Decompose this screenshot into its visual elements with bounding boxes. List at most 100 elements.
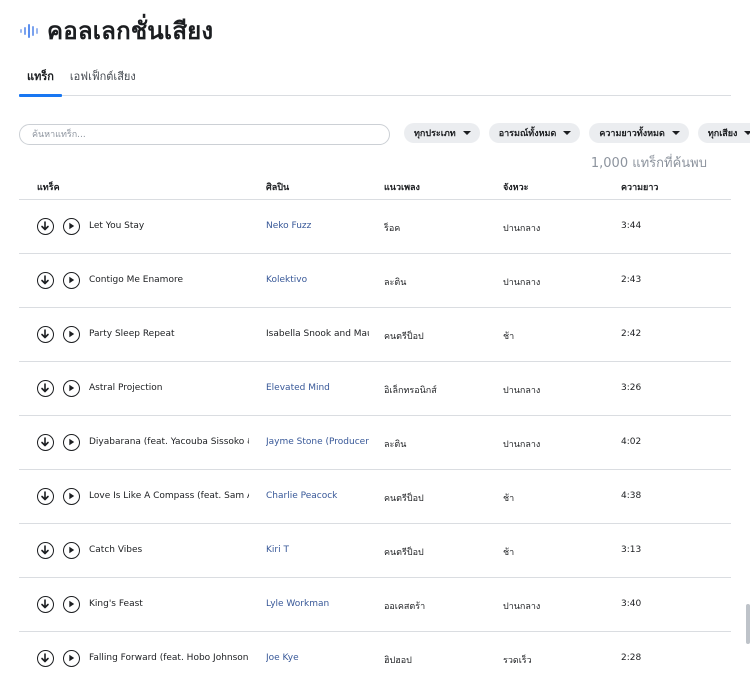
tempo-cell: ช้า (503, 494, 515, 504)
scrollbar[interactable] (746, 604, 750, 644)
tempo-cell: ปานกลาง (503, 224, 541, 234)
column-header-tempo: จังหวะ (503, 183, 529, 193)
download-button[interactable] (37, 272, 54, 289)
artist-link[interactable]: Joe Kye (266, 653, 369, 663)
play-icon (69, 276, 75, 284)
play-button[interactable] (63, 272, 80, 289)
download-button[interactable] (37, 326, 54, 343)
duration-cell: 3:40 (621, 599, 642, 609)
play-button[interactable] (63, 542, 80, 559)
play-button[interactable] (63, 596, 80, 613)
table-row: King's Feast Lyle Workman ออเคสตร้า ปานกลาง… (19, 578, 731, 632)
header: คอลเลกชั่นเสียง (19, 15, 213, 47)
tempo-cell: ปานกลาง (503, 602, 541, 612)
play-button[interactable] (63, 380, 80, 397)
track-title[interactable]: Party Sleep Repeat (89, 329, 249, 339)
track-title[interactable]: Falling Forward (feat. Hobo Johnson) (89, 653, 249, 663)
play-button[interactable] (63, 434, 80, 451)
duration-cell: 4:02 (621, 437, 642, 447)
download-icon (41, 221, 49, 231)
search-input[interactable] (19, 124, 390, 145)
column-header-genre: แนวเพลง (384, 183, 420, 193)
artist-link[interactable]: Elevated Mind (266, 383, 369, 393)
genre-cell: ละติน (384, 440, 407, 450)
page-title: คอลเลกชั่นเสียง (47, 17, 214, 45)
caret-down-icon (744, 131, 750, 135)
play-icon (69, 222, 75, 230)
tab-tracks[interactable]: แทร็ก (19, 66, 62, 97)
play-icon (69, 438, 75, 446)
tab-bar: แทร็ก เอฟเฟ็กต์เสียง (19, 66, 731, 97)
genre-cell: อิเล็กทรอนิกส์ (384, 386, 437, 396)
download-button[interactable] (37, 434, 54, 451)
table-row: Party Sleep Repeat Isabella Snook and Mau… (19, 308, 731, 362)
column-header-artist: ศิลปิน (266, 183, 290, 193)
filter-label: ทุกเสียง (707, 129, 738, 139)
tempo-cell: ช้า (503, 548, 515, 558)
track-title[interactable]: Let You Stay (89, 221, 249, 231)
artist-link[interactable]: Jayme Stone (Producer) (266, 437, 369, 447)
tempo-cell: ปานกลาง (503, 386, 541, 396)
table-row: Let You Stay Neko Fuzz ร็อค ปานกลาง 3:44 (19, 200, 731, 254)
filter-genre[interactable]: ทุกประเภท (404, 123, 480, 143)
table-row: Falling Forward (feat. Hobo Johnson) Joe … (19, 632, 731, 677)
tempo-cell: ช้า (503, 332, 515, 342)
artist-link[interactable]: Neko Fuzz (266, 221, 369, 231)
track-title[interactable]: Diyabarana (feat. Yacouba Sissoko & Ka (89, 437, 249, 447)
duration-cell: 4:38 (621, 491, 642, 501)
artist-link[interactable]: Lyle Workman (266, 599, 369, 609)
download-button[interactable] (37, 596, 54, 613)
duration-cell: 2:28 (621, 653, 642, 663)
track-title[interactable]: Catch Vibes (89, 545, 249, 555)
artist-link[interactable]: Kiri T (266, 545, 369, 555)
table-body: Let You Stay Neko Fuzz ร็อค ปานกลาง 3:44 Cont… (19, 200, 731, 677)
table-row: Astral Projection Elevated Mind อิเล็กทรอน… (19, 362, 731, 416)
download-icon (41, 275, 49, 285)
filter-duration[interactable]: ความยาวทั้งหมด (589, 123, 689, 143)
duration-cell: 3:44 (621, 221, 642, 231)
tempo-cell: รวดเร็ว (503, 656, 532, 666)
genre-cell: ร็อค (384, 224, 401, 234)
filter-mood[interactable]: อารมณ์ทั้งหมด (488, 123, 581, 143)
play-button[interactable] (63, 218, 80, 235)
download-button[interactable] (37, 380, 54, 397)
caret-down-icon (671, 131, 680, 135)
download-icon (41, 599, 49, 609)
sound-wave-icon (20, 24, 38, 38)
column-header-duration: ความยาว (621, 183, 659, 193)
download-icon (41, 329, 49, 339)
play-button[interactable] (63, 326, 80, 343)
genre-cell: คนตรีป็อป (384, 548, 424, 558)
filter-label: ความยาวทั้งหมด (599, 129, 665, 139)
track-title[interactable]: Contigo Me Enamore (89, 275, 249, 285)
artist-link[interactable]: Charlie Peacock (266, 491, 369, 501)
tab-sound-effects[interactable]: เอฟเฟ็กต์เสียง (62, 66, 144, 96)
track-title[interactable]: King's Feast (89, 599, 249, 609)
filter-voice[interactable]: ทุกเสียง (697, 123, 750, 143)
artist-link[interactable]: Kolektivo (266, 275, 369, 285)
download-button[interactable] (37, 218, 54, 235)
play-icon (69, 654, 75, 662)
genre-cell: ออเคสตร้า (384, 602, 426, 612)
caret-down-icon (462, 131, 471, 135)
download-icon (41, 653, 49, 663)
play-icon (69, 600, 75, 608)
play-icon (69, 330, 75, 338)
download-button[interactable] (37, 488, 54, 505)
download-button[interactable] (37, 650, 54, 667)
play-icon (69, 546, 75, 554)
track-title[interactable]: Astral Projection (89, 383, 249, 393)
duration-cell: 3:26 (621, 383, 642, 393)
download-button[interactable] (37, 542, 54, 559)
download-icon (41, 545, 49, 555)
result-count: 1,000 แทร็กที่ค้นพบ (590, 156, 707, 171)
genre-cell: ฮิปฮอป (384, 656, 412, 666)
play-icon (69, 384, 75, 392)
filter-bar: ทุกประเภท อารมณ์ทั้งหมด ความยาวทั้งหมด ท… (404, 123, 750, 143)
genre-cell: คนตรีป็อป (384, 332, 424, 342)
artist-link: Isabella Snook and Maui (266, 329, 369, 339)
play-button[interactable] (63, 488, 80, 505)
track-title[interactable]: Love Is Like A Compass (feat. Sam Ashv (89, 491, 249, 501)
column-header-track: แทร็ค (37, 183, 60, 193)
play-button[interactable] (63, 650, 80, 667)
